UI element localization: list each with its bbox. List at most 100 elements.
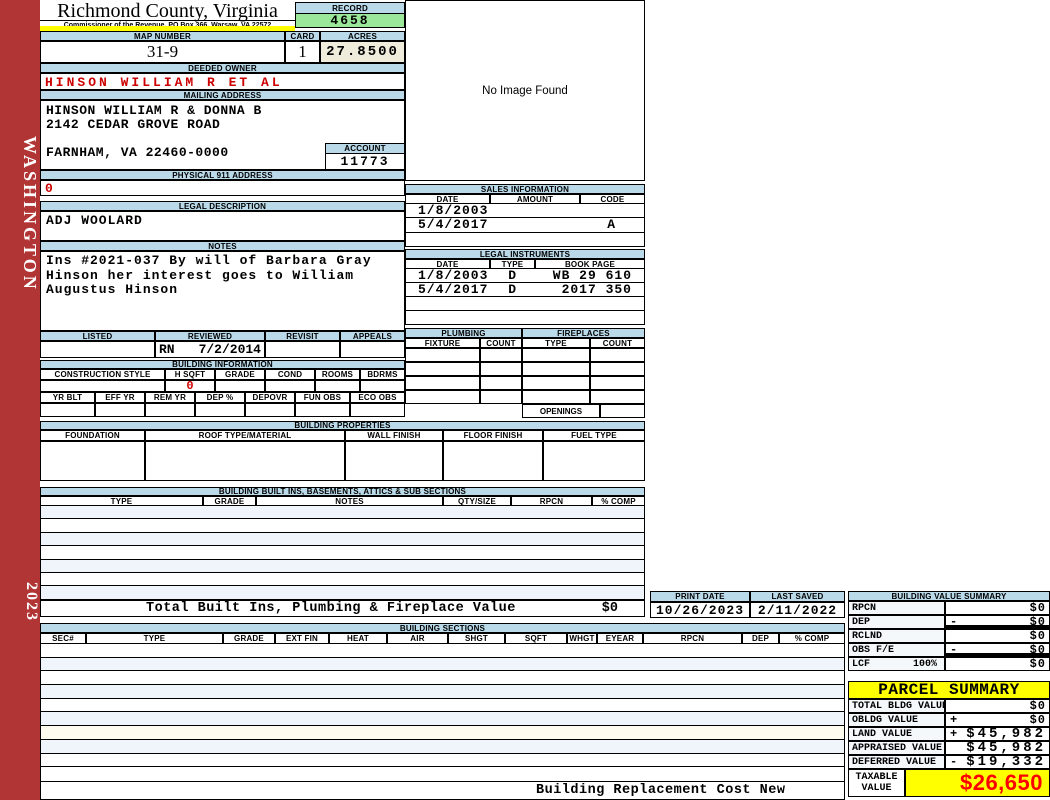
openings-spacer xyxy=(405,404,522,418)
building-info-header-row-1: CONSTRUCTION STYLE H SQFT GRADE COND ROO… xyxy=(40,369,405,380)
empty-row xyxy=(41,712,844,727)
building-properties-value-row xyxy=(40,441,645,481)
ps-op: + xyxy=(950,727,958,741)
last-saved-label: LAST SAVED xyxy=(750,591,845,602)
bs-air-label: AIR xyxy=(387,633,448,644)
parcel-summary: PARCEL SUMMARY TOTAL BLDG VALUE $0 OBLDG… xyxy=(848,681,1050,797)
building-info-value-row-2 xyxy=(40,403,405,417)
construction-style-value xyxy=(40,380,165,392)
roof-type-label: ROOF TYPE/MATERIAL xyxy=(145,430,345,441)
legal-description-value: ADJ WOOLARD xyxy=(40,211,405,241)
rooms-value xyxy=(315,380,360,392)
bs-comp-label: % COMP xyxy=(779,633,845,644)
sales-amount-label: AMOUNT xyxy=(490,194,580,204)
plumbing-fireplaces-headers: FIXTURE COUNT TYPE COUNT xyxy=(405,338,645,348)
inst-date: 5/4/2017 xyxy=(418,282,489,297)
notes-line-1: Ins #2021-037 By will of Barbara Gray xyxy=(46,253,372,268)
bi-comp-label: % COMP xyxy=(592,496,645,506)
foundation-value xyxy=(40,441,145,481)
count-cell xyxy=(480,348,522,362)
sales-date: 1/8/2003 xyxy=(418,203,489,219)
empty-row xyxy=(406,297,644,311)
bvs-row-lcf: LCF 100% $0 xyxy=(848,657,1050,671)
acres-label: ACRES xyxy=(320,31,405,41)
bs-sec-label: SEC# xyxy=(40,633,86,644)
bi-grade-label: GRADE xyxy=(203,496,256,506)
building-properties-title: BUILDING PROPERTIES xyxy=(40,421,645,430)
empty-row xyxy=(41,657,844,672)
type-cell xyxy=(522,348,590,362)
yr-blt-value xyxy=(40,403,95,417)
inst-type: D xyxy=(508,282,518,297)
bi-notes-label: NOTES xyxy=(256,496,443,506)
ps-value: $0 xyxy=(1029,713,1046,727)
empty-row xyxy=(41,519,644,533)
print-info-box: PRINT DATE LAST SAVED 10/26/2023 2/11/20… xyxy=(650,591,845,618)
review-value-row: RN 7/2/2014 xyxy=(40,341,405,358)
mailing-line-1: HINSON WILLIAM R & DONNA B xyxy=(46,103,262,118)
plumbing-row xyxy=(405,348,645,362)
bs-heat-label: HEAT xyxy=(329,633,387,644)
ps-taxable-row: TAXABLE VALUE $26,650 xyxy=(848,769,1050,797)
ps-value: $0 xyxy=(1029,699,1046,713)
listed-value xyxy=(40,341,155,358)
legal-instruments-title: LEGAL INSTRUMENTS xyxy=(405,249,645,259)
eco-obs-value xyxy=(350,403,405,417)
account-value: 11773 xyxy=(325,154,405,170)
plumbing-title: PLUMBING xyxy=(405,328,522,338)
fireplace-count-label: COUNT xyxy=(590,338,645,348)
bvs-label: OBS F/E xyxy=(848,643,945,657)
bvs-value: $0 xyxy=(1029,657,1046,671)
building-sections-header-row: SEC# TYPE GRADE EXT FIN HEAT AIR SHGT SQ… xyxy=(40,633,845,644)
rooms-label: ROOMS xyxy=(315,369,360,380)
bs-extfin-label: EXT FIN xyxy=(275,633,329,644)
acres-value: 27.8500 xyxy=(320,41,405,63)
bdrms-label: BDRMS xyxy=(360,369,405,380)
building-value-summary: BUILDING VALUE SUMMARY RPCN $0 DEP - $0 R… xyxy=(848,591,1050,671)
fireplace-type-label: TYPE xyxy=(522,338,590,348)
bs-sqft-label: SQFT xyxy=(505,633,567,644)
building-properties-header-row: FOUNDATION ROOF TYPE/MATERIAL WALL FINIS… xyxy=(40,430,645,441)
reviewed-by: RN xyxy=(159,342,175,357)
deeded-owner-value: HINSON WILLIAM R ET AL xyxy=(40,73,405,90)
empty-row xyxy=(406,311,644,325)
built-ins-header-row: TYPE GRADE NOTES QTY/SIZE RPCN % COMP xyxy=(40,496,645,506)
sales-row: 1/8/2003 xyxy=(406,203,644,219)
footer-row: Building Replacement Cost New xyxy=(40,781,845,800)
bs-whgt-label: WHGT xyxy=(567,633,597,644)
bdrms-value xyxy=(360,380,405,392)
bvs-label: LCF xyxy=(852,658,871,670)
building-information-title: BUILDING INFORMATION xyxy=(40,360,405,369)
empty-row xyxy=(41,739,844,754)
sales-row: 5/4/2017 A xyxy=(406,217,644,233)
physical-911-value: 0 xyxy=(40,180,405,196)
county-title: Richmond County, Virginia xyxy=(40,0,295,22)
fixture-cell xyxy=(405,362,480,376)
bvs-label: DEP xyxy=(848,615,945,629)
notes-box: Ins #2021-037 By will of Barbara Gray Hi… xyxy=(40,251,405,331)
cond-label: COND xyxy=(265,369,315,380)
appeals-value xyxy=(340,341,405,358)
plumbing-row xyxy=(405,362,645,376)
foundation-label: FOUNDATION xyxy=(40,430,145,441)
empty-row xyxy=(41,532,644,547)
revisit-label: REVISIT xyxy=(265,331,340,341)
type-cell xyxy=(522,362,590,376)
plumbing-row xyxy=(405,390,645,404)
building-value-summary-title: BUILDING VALUE SUMMARY xyxy=(848,591,1050,601)
map-number-label: MAP NUMBER xyxy=(40,31,285,41)
count-cell xyxy=(590,376,645,390)
fixture-count-label: COUNT xyxy=(480,338,522,348)
bs-grade-label: GRADE xyxy=(223,633,275,644)
empty-row xyxy=(41,572,644,587)
building-info-header-row-2: YR BLT EFF YR REM YR DEP % DEPOVR FUN OB… xyxy=(40,392,405,403)
inst-bookpage: WB 29 610 xyxy=(552,268,632,283)
map-value-row: 31-9 1 27.8500 xyxy=(40,41,405,63)
building-sections-title: BUILDING SECTIONS xyxy=(40,623,845,633)
fuel-type-value xyxy=(543,441,645,481)
empty-row xyxy=(41,753,844,768)
count-cell xyxy=(590,348,645,362)
reviewed-date: 7/2/2014 xyxy=(198,342,261,357)
ps-label: OBLDG VALUE xyxy=(848,713,945,727)
built-ins-empty-rows xyxy=(40,506,645,600)
